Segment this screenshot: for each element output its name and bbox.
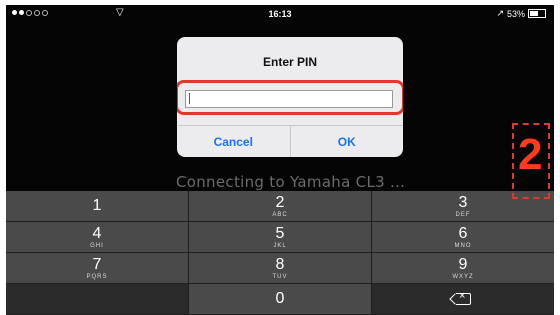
key-digit: 6 bbox=[458, 225, 468, 242]
key-4[interactable]: 4 GHI bbox=[6, 222, 188, 252]
key-letters: PQRS bbox=[86, 274, 108, 280]
key-digit: 2 bbox=[275, 194, 285, 211]
battery-indicator: ↗ 53% bbox=[496, 8, 546, 19]
enter-pin-dialog: Enter PIN Cancel OK bbox=[177, 37, 403, 157]
numeric-keypad: 1 2 ABC 3 DEF 4 GHI 5 JKL 6 MNO 7 PQRS 8… bbox=[6, 191, 554, 315]
key-digit: 7 bbox=[92, 256, 102, 273]
key-letters: JKL bbox=[273, 243, 287, 249]
key-blank bbox=[6, 284, 188, 314]
key-digit: 9 bbox=[458, 256, 468, 273]
key-letters: GHI bbox=[90, 243, 104, 249]
connecting-status-text: Connecting to Yamaha CL3 ... bbox=[176, 173, 406, 191]
key-7[interactable]: 7 PQRS bbox=[6, 253, 188, 283]
key-1[interactable]: 1 bbox=[6, 191, 188, 221]
key-letters: MNO bbox=[454, 243, 472, 249]
key-letters: TUV bbox=[272, 274, 288, 280]
key-digit: 1 bbox=[92, 197, 102, 214]
phone-screen: ▽ 16:13 ↗ 53% Connecting to Yamaha CL3 .… bbox=[6, 5, 554, 315]
status-time: 16:13 bbox=[268, 9, 292, 19]
key-letters: ABC bbox=[272, 212, 288, 218]
key-digit: 8 bbox=[275, 256, 285, 273]
annotation-highlight-box bbox=[177, 80, 403, 115]
annotation-step-number: 2 bbox=[518, 130, 543, 179]
key-letters: WXYZ bbox=[452, 274, 474, 280]
key-2[interactable]: 2 ABC bbox=[189, 191, 371, 221]
key-digit: 0 bbox=[275, 290, 285, 307]
battery-percent: 53% bbox=[506, 8, 525, 19]
backspace-icon bbox=[456, 290, 471, 305]
location-arrow-icon: ↗ bbox=[496, 8, 504, 18]
key-digit: 5 bbox=[275, 225, 285, 242]
dialog-title: Enter PIN bbox=[262, 55, 317, 69]
cancel-button[interactable]: Cancel bbox=[177, 126, 291, 157]
key-0[interactable]: 0 bbox=[189, 284, 371, 314]
backspace-key[interactable] bbox=[372, 284, 554, 314]
key-9[interactable]: 9 WXYZ bbox=[372, 253, 554, 283]
battery-icon bbox=[528, 9, 546, 18]
key-digit: 4 bbox=[92, 225, 102, 242]
key-5[interactable]: 5 JKL bbox=[189, 222, 371, 252]
key-8[interactable]: 8 TUV bbox=[189, 253, 371, 283]
status-bar: ▽ 16:13 ↗ 53% bbox=[6, 5, 554, 23]
dialog-buttons: Cancel OK bbox=[177, 125, 403, 157]
key-letters: DEF bbox=[455, 212, 471, 218]
ok-button[interactable]: OK bbox=[291, 126, 404, 157]
key-6[interactable]: 6 MNO bbox=[372, 222, 554, 252]
